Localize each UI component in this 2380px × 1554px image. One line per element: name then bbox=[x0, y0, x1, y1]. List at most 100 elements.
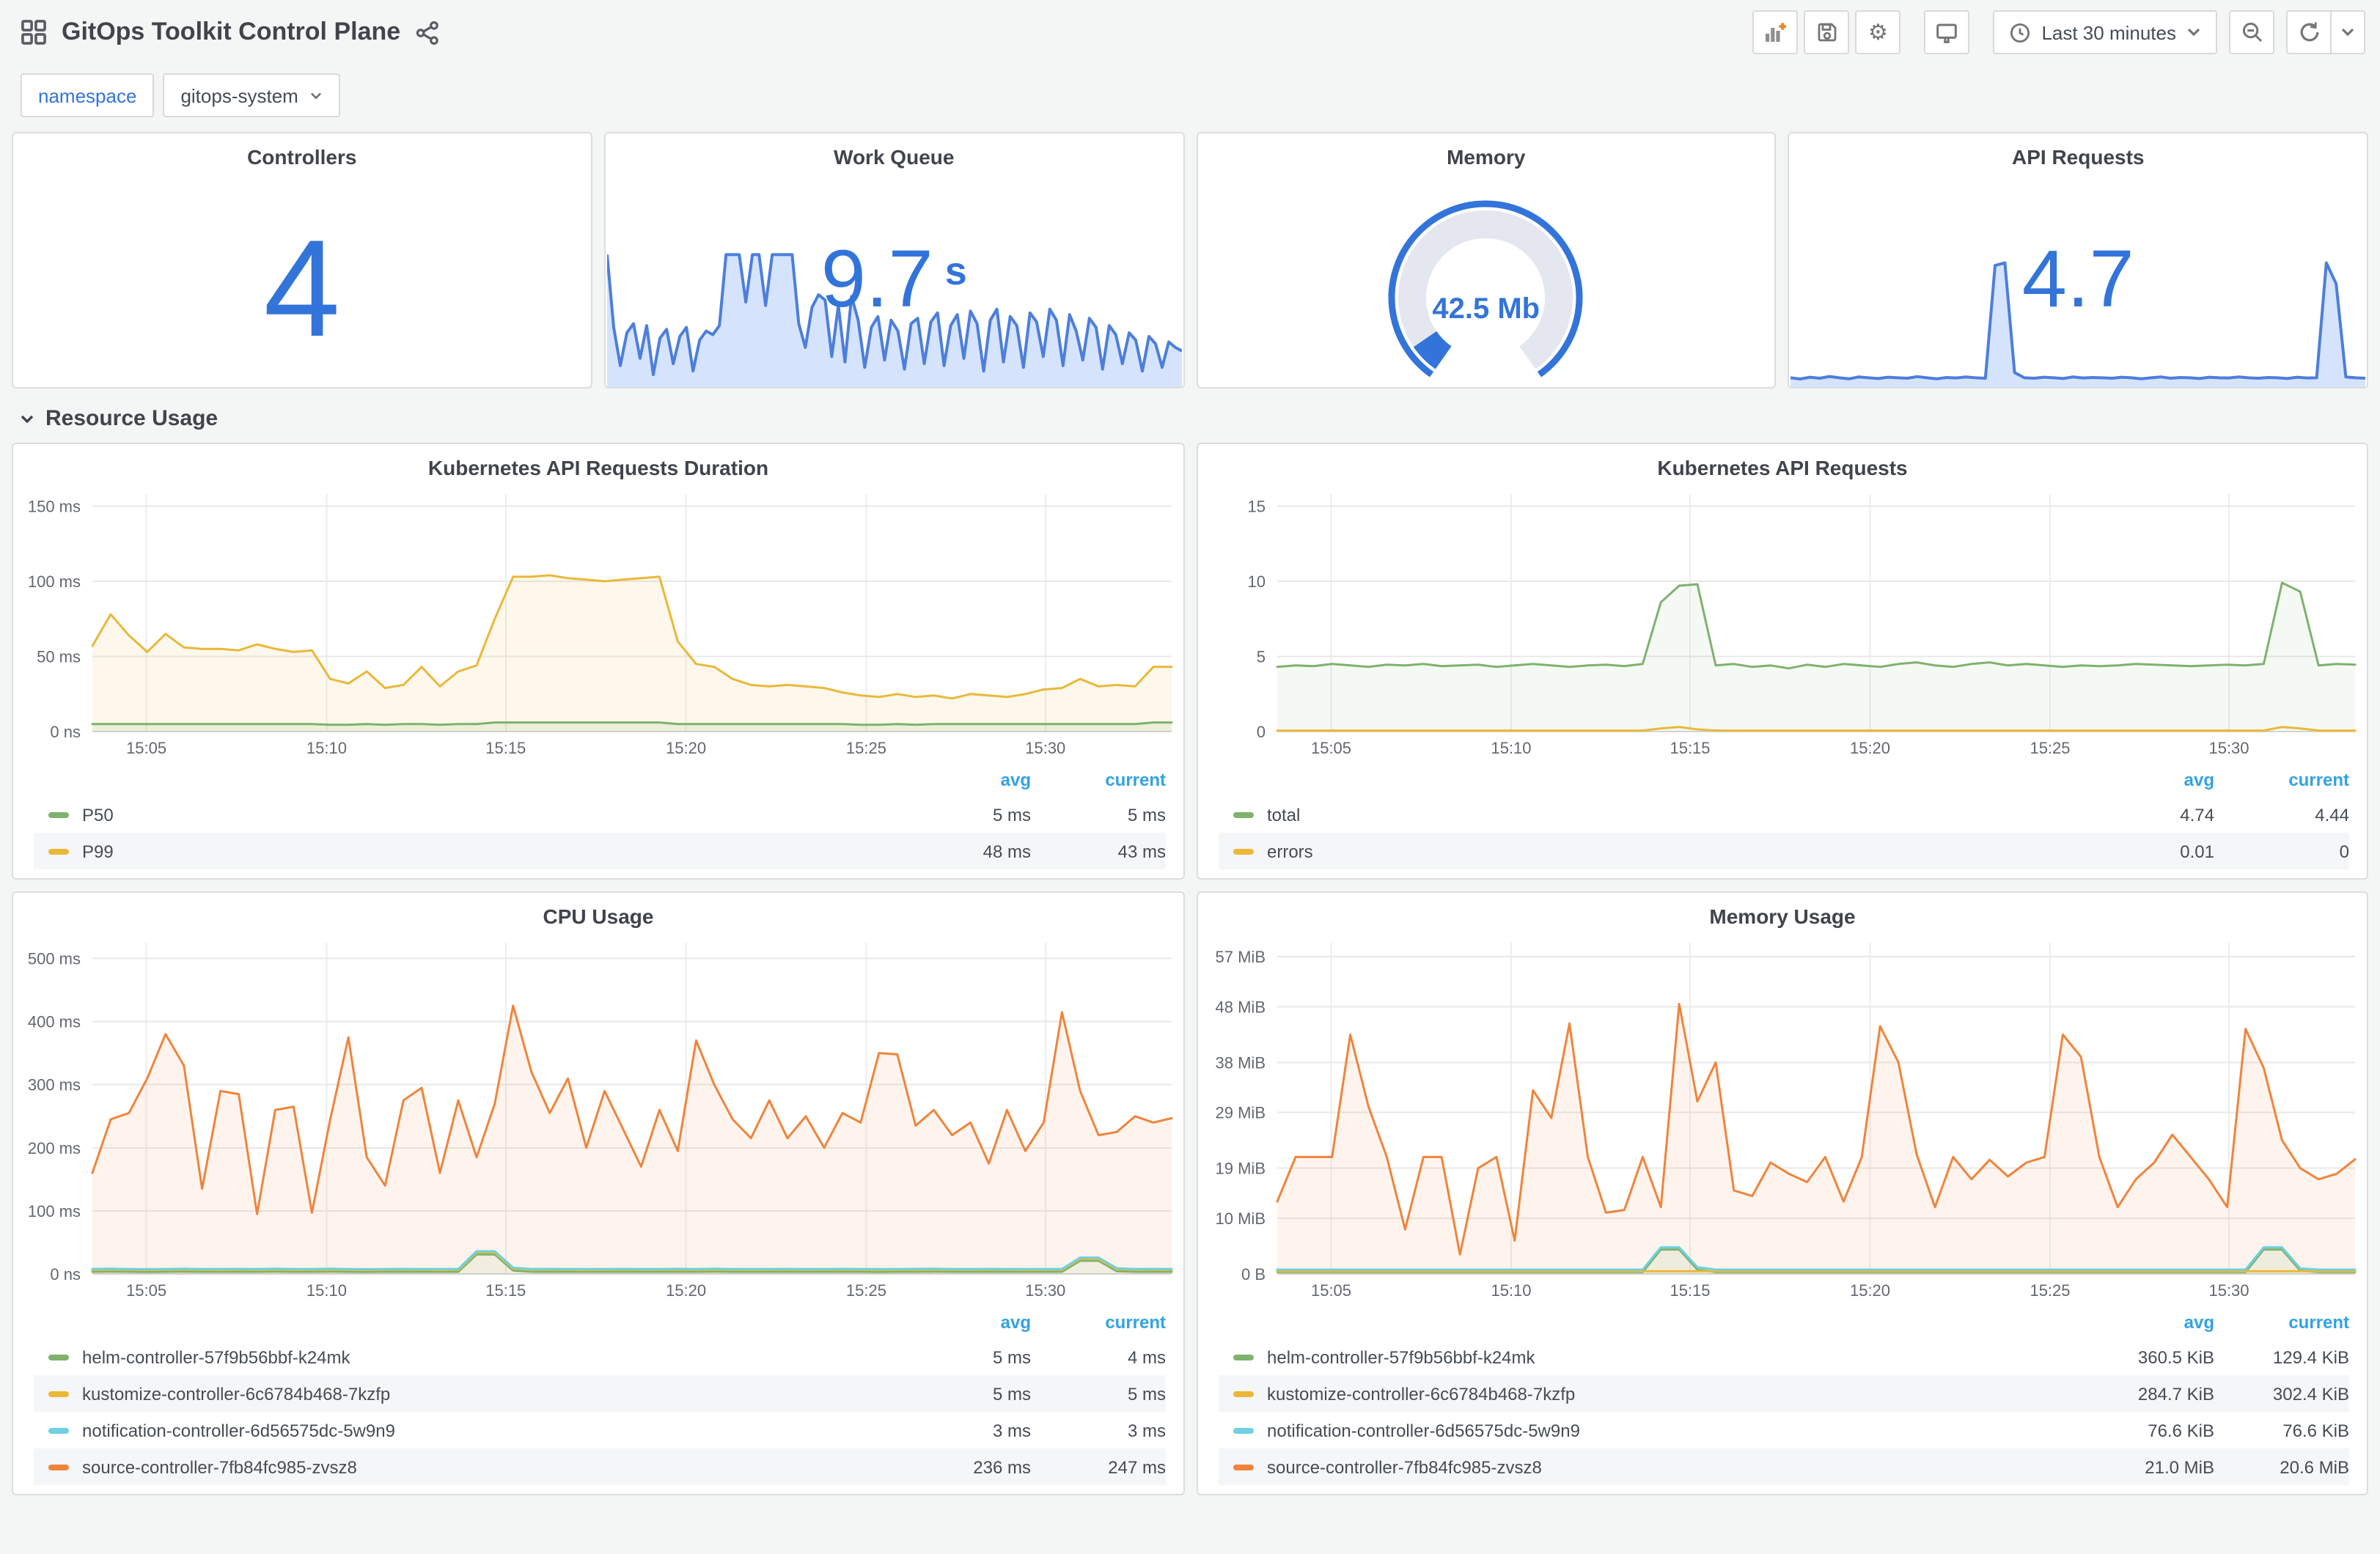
legend-row: P50 5 ms 5 ms bbox=[34, 796, 1166, 833]
legend-table: avg current P50 5 ms 5 ms P99 48 ms 43 ms bbox=[13, 761, 1183, 878]
series-label[interactable]: notification-controller-6d56575dc-5w9n9 bbox=[1267, 1420, 2088, 1440]
svg-text:15: 15 bbox=[1248, 497, 1266, 515]
namespace-variable-dropdown[interactable]: gitops-system bbox=[163, 73, 341, 117]
legend-current-value: 129.4 KiB bbox=[2272, 1347, 2349, 1367]
series-label[interactable]: total bbox=[1267, 804, 2088, 825]
panel-controllers: Controllers 4 bbox=[12, 132, 592, 388]
svg-text:15:05: 15:05 bbox=[1311, 739, 1351, 757]
svg-text:15:15: 15:15 bbox=[485, 1281, 526, 1300]
svg-text:15:30: 15:30 bbox=[2208, 1281, 2249, 1300]
chart-canvas: 15:05 15:10 15:15 15:20 15:25 15:30 500 ms 400 … bbox=[28, 943, 1173, 1300]
chevron-down-icon bbox=[21, 414, 34, 423]
panel-k8s-api-requests: Kubernetes API Requests 15:05 15:10 15:15 1… bbox=[1197, 443, 2368, 880]
legend-col-current[interactable]: current bbox=[2214, 1312, 2349, 1333]
svg-text:50 ms: 50 ms bbox=[37, 647, 81, 666]
svg-text:15:30: 15:30 bbox=[1025, 739, 1065, 757]
refresh-button[interactable] bbox=[2286, 10, 2332, 54]
svg-text:0 B: 0 B bbox=[1241, 1265, 1266, 1284]
legend-avg-value: 3 ms bbox=[992, 1420, 1031, 1440]
chart-canvas: 15:05 15:10 15:15 15:20 15:25 15:30 150 ms 100 … bbox=[28, 494, 1173, 757]
panel-title[interactable]: API Requests bbox=[1790, 133, 2368, 169]
svg-text:15:15: 15:15 bbox=[485, 739, 526, 757]
series-label[interactable]: kustomize-controller-6c6784b468-7kzfp bbox=[1267, 1383, 2088, 1404]
series-label[interactable]: P50 bbox=[82, 804, 905, 825]
legend-row: helm-controller-57f9b56bbf-k24mk 360.5 Ki… bbox=[1219, 1338, 2349, 1375]
tv-mode-button[interactable] bbox=[1924, 10, 1970, 54]
svg-text:0 ns: 0 ns bbox=[50, 723, 81, 741]
legend-row: source-controller-7fb84fc985-zvsz8 236 ms… bbox=[34, 1448, 1166, 1485]
svg-text:15:30: 15:30 bbox=[1025, 1281, 1065, 1300]
legend-col-avg[interactable]: avg bbox=[905, 770, 1031, 790]
legend-avg-value: 5 ms bbox=[992, 804, 1031, 825]
series-label[interactable]: notification-controller-6d56575dc-5w9n9 bbox=[82, 1420, 905, 1440]
panel-title[interactable]: Memory Usage bbox=[1198, 893, 2367, 928]
chart-k8s-api-duration[interactable]: 15:05 15:10 15:15 15:20 15:25 15:30 150 ms 100 … bbox=[13, 479, 1183, 761]
zoom-out-button[interactable] bbox=[2229, 10, 2274, 54]
legend-avg-value: 0.01 bbox=[2180, 841, 2214, 861]
legend-row: source-controller-7fb84fc985-zvsz8 21.0 M… bbox=[1219, 1448, 2349, 1485]
series-label[interactable]: source-controller-7fb84fc985-zvsz8 bbox=[1267, 1457, 2088, 1477]
settings-gear-button[interactable]: ⚙ bbox=[1855, 10, 1901, 54]
chart-k8s-api-requests[interactable]: 15:05 15:10 15:15 15:20 15:25 15:30 15 10 5 0 bbox=[1198, 479, 2367, 761]
legend-row: total 4.74 4.44 bbox=[1219, 796, 2349, 833]
legend-current-value: 0 bbox=[2339, 841, 2349, 861]
apps-grid-icon[interactable] bbox=[21, 19, 47, 45]
share-icon[interactable] bbox=[415, 20, 440, 45]
series-label[interactable]: P99 bbox=[82, 841, 905, 861]
panel-memory-gauge: Memory 42.5 Mb bbox=[1196, 132, 1777, 388]
add-panel-button[interactable] bbox=[1752, 10, 1799, 54]
svg-text:15:20: 15:20 bbox=[666, 1281, 706, 1300]
panel-title[interactable]: Memory bbox=[1197, 133, 1775, 169]
svg-text:300 ms: 300 ms bbox=[28, 1076, 81, 1094]
legend-avg-value: 360.5 KiB bbox=[2137, 1347, 2214, 1367]
chart-memory-usage[interactable]: 15:05 15:10 15:15 15:20 15:25 15:30 57 MiB 48 M… bbox=[1198, 928, 2367, 1303]
svg-text:15:15: 15:15 bbox=[1670, 739, 1710, 757]
series-marker bbox=[48, 1427, 69, 1433]
time-range-label: Last 30 minutes bbox=[2041, 21, 2176, 43]
legend-current-value: 4.44 bbox=[2315, 804, 2349, 825]
legend-col-avg[interactable]: avg bbox=[2088, 1312, 2214, 1333]
refresh-interval-dropdown[interactable] bbox=[2332, 10, 2365, 54]
panel-title[interactable]: Controllers bbox=[13, 133, 591, 169]
legend-table: avg current helm-controller-57f9b56bbf-k24… bbox=[13, 1303, 1183, 1494]
panel-title[interactable]: Work Queue bbox=[606, 133, 1183, 169]
panel-title[interactable]: Kubernetes API Requests Duration bbox=[13, 444, 1183, 479]
legend-col-avg[interactable]: avg bbox=[905, 1312, 1031, 1333]
legend-col-current[interactable]: current bbox=[1031, 1312, 1166, 1333]
chart-cpu-usage[interactable]: 15:05 15:10 15:15 15:20 15:25 15:30 500 ms 400 … bbox=[13, 928, 1183, 1303]
stat-value: 4.7 bbox=[2021, 232, 2134, 324]
legend-col-avg[interactable]: avg bbox=[2088, 770, 2214, 790]
save-dashboard-button[interactable] bbox=[1804, 10, 1850, 54]
chart-canvas: 15:05 15:10 15:15 15:20 15:25 15:30 15 10 5 0 bbox=[1248, 494, 2357, 757]
svg-text:0 ns: 0 ns bbox=[50, 1265, 81, 1284]
series-marker bbox=[1233, 848, 1254, 854]
svg-text:15:20: 15:20 bbox=[666, 739, 706, 757]
stat-value: 9.7 s bbox=[820, 232, 967, 324]
panel-title[interactable]: Kubernetes API Requests bbox=[1198, 444, 2367, 479]
legend-col-current[interactable]: current bbox=[1031, 770, 1166, 790]
legend-row: notification-controller-6d56575dc-5w9n9 3… bbox=[34, 1412, 1166, 1448]
series-marker bbox=[48, 1391, 69, 1396]
series-label[interactable]: errors bbox=[1267, 841, 2088, 861]
series-marker bbox=[48, 1464, 69, 1470]
row-header-resource-usage[interactable]: Resource Usage bbox=[0, 388, 2380, 443]
time-range-picker[interactable]: Last 30 minutes bbox=[1993, 10, 2217, 54]
panel-title[interactable]: CPU Usage bbox=[13, 893, 1183, 928]
series-label[interactable]: helm-controller-57f9b56bbf-k24mk bbox=[1267, 1347, 2088, 1367]
row-header-title: Resource Usage bbox=[45, 406, 218, 431]
series-label[interactable]: helm-controller-57f9b56bbf-k24mk bbox=[82, 1347, 905, 1367]
stat-value: 4 bbox=[263, 210, 341, 365]
svg-text:15:30: 15:30 bbox=[2208, 739, 2249, 757]
gear-icon: ⚙ bbox=[1867, 18, 1888, 45]
panels-grid: Kubernetes API Requests Duration 15:05 15… bbox=[0, 443, 2380, 1495]
dashboard-title[interactable]: GitOps Toolkit Control Plane bbox=[62, 18, 400, 47]
series-label[interactable]: source-controller-7fb84fc985-zvsz8 bbox=[82, 1457, 905, 1477]
svg-text:15:20: 15:20 bbox=[1850, 1281, 1890, 1300]
svg-text:10 MiB: 10 MiB bbox=[1216, 1209, 1266, 1228]
legend-col-current[interactable]: current bbox=[2214, 770, 2349, 790]
series-label[interactable]: kustomize-controller-6c6784b468-7kzfp bbox=[82, 1383, 905, 1404]
panel-k8s-api-duration: Kubernetes API Requests Duration 15:05 15… bbox=[12, 443, 1185, 880]
chevron-down-icon bbox=[2186, 26, 2201, 38]
legend-row: kustomize-controller-6c6784b468-7kzfp 284… bbox=[1219, 1375, 2349, 1412]
legend-avg-value: 5 ms bbox=[992, 1383, 1031, 1404]
